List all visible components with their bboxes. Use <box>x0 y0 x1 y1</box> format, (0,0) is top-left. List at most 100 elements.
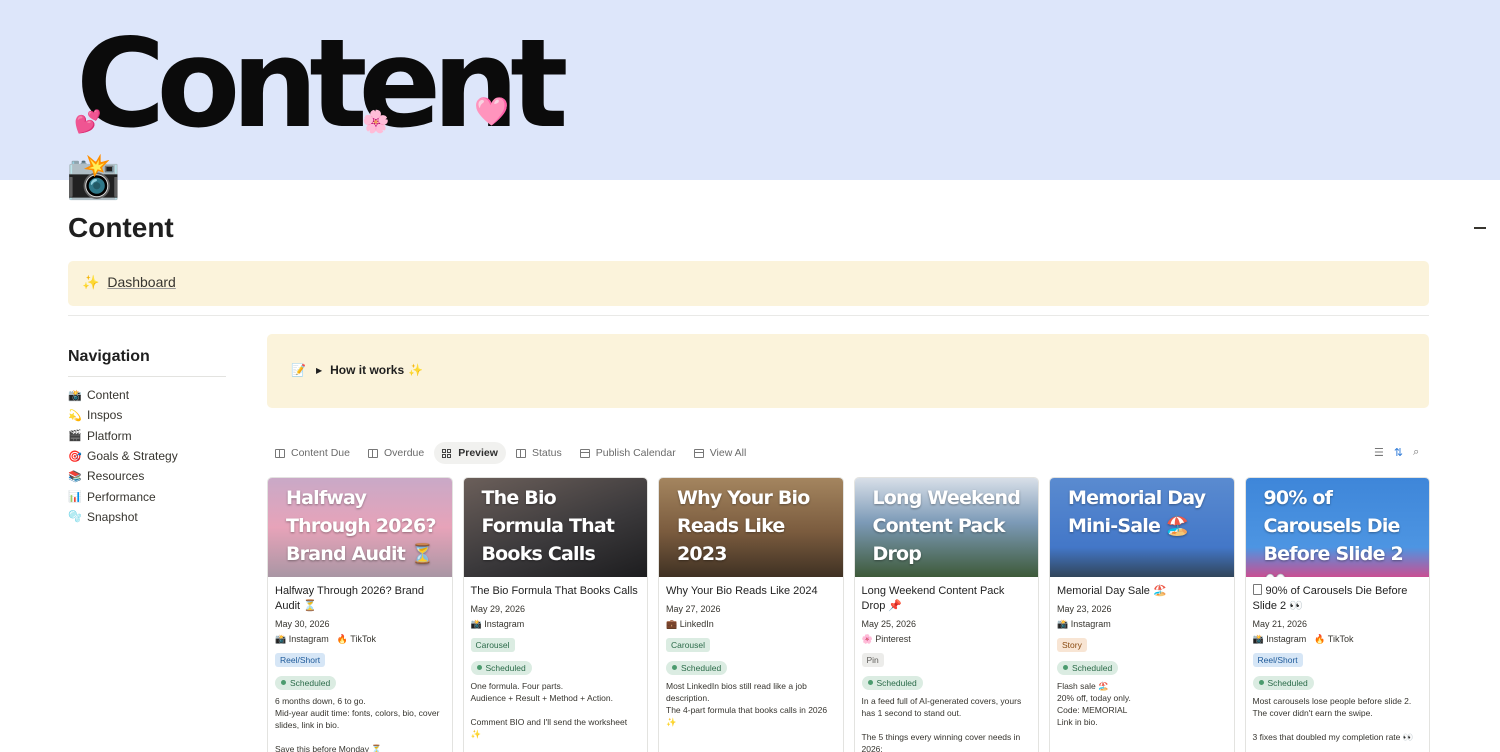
sort-icon[interactable]: ⇅ <box>1394 446 1403 459</box>
card-caption: Most LinkedIn bios still read like a job… <box>666 680 828 727</box>
gallery-cards: Halfway Through 2026? Brand Audit ⏳ Half… <box>267 477 1430 752</box>
status-dot-icon <box>1063 665 1068 670</box>
status-badge: Scheduled <box>1252 675 1314 690</box>
tab-preview[interactable]: Preview <box>434 442 506 464</box>
page-cover[interactable]: Content 💕 🌸 🩷 <box>0 0 1500 180</box>
how-it-works-label: How it works <box>330 363 405 377</box>
table-view-icon <box>693 448 704 458</box>
tab-status[interactable]: Status <box>508 442 570 464</box>
nav-item-label: Snapshot <box>87 509 138 524</box>
gallery-card[interactable]: The Bio Formula That Books Calls The Bio… <box>462 477 648 752</box>
platform-tag: 📸 Instagram <box>275 634 329 644</box>
board-view-icon <box>515 448 526 458</box>
minus-icon[interactable] <box>1474 227 1486 229</box>
cover-image-text: 90% of Carousels Die Before Slide 2 👀 <box>1263 487 1404 577</box>
gallery-card[interactable]: Halfway Through 2026? Brand Audit ⏳ Half… <box>267 477 453 752</box>
gallery-card[interactable]: Memorial Day Mini-Sale 🏖️ Memorial Day S… <box>1049 477 1235 752</box>
cover-image-text: Memorial Day Mini-Sale 🏖️ <box>1068 487 1206 537</box>
how-it-works-callout: 📝 ▶ How it works ✨ <box>267 334 1429 408</box>
cover-image-text: The Bio Formula That Books Calls <box>481 487 616 565</box>
status-badge: Scheduled <box>861 675 923 690</box>
card-cover-image: 90% of Carousels Die Before Slide 2 👀 <box>1245 478 1429 577</box>
nav-item-goals-strategy[interactable]: 🎯 Goals & Strategy <box>68 446 226 466</box>
status-badge: Scheduled <box>275 675 337 690</box>
cover-wordmark: Content <box>76 13 568 155</box>
nav-item-snapshot[interactable]: 🫧 Snapshot <box>68 507 226 527</box>
nav-item-content[interactable]: 📸 Content <box>68 385 226 405</box>
platform-tag: 📸 Instagram <box>1057 619 1111 629</box>
tab-overdue[interactable]: Overdue <box>360 442 432 464</box>
tab-label: Status <box>531 447 562 459</box>
navigation-title: Navigation <box>68 348 226 377</box>
tab-label: Content Due <box>291 447 350 459</box>
board-view-icon <box>275 448 285 458</box>
how-it-works-toggle[interactable]: 📝 ▶ How it works ✨ <box>291 363 423 377</box>
card-platforms: 📸 Instagram <box>471 619 641 630</box>
card-cover-image: Halfway Through 2026? Brand Audit ⏳ <box>268 478 452 577</box>
tab-view-all[interactable]: View All <box>686 442 755 464</box>
filter-icon[interactable]: ☰ <box>1374 446 1384 459</box>
cover-image-text: Why Your Bio Reads Like 2023 <box>677 487 810 565</box>
card-title[interactable]: Why Your Bio Reads Like 2024 <box>666 584 836 599</box>
status-dot-icon <box>672 665 677 670</box>
card-title[interactable]: The Bio Formula That Books Calls <box>471 584 641 599</box>
camera-flash-icon: 📸 <box>68 388 82 402</box>
status-dot-icon <box>867 680 873 685</box>
status-badge: Scheduled <box>666 660 728 675</box>
heart-sticker-icon: 💕 <box>74 110 102 135</box>
nav-item-resources[interactable]: 📚 Resources <box>68 466 226 486</box>
tab-publish-calendar[interactable]: Publish Calendar <box>572 442 684 464</box>
bar-chart-icon: 📊 <box>68 490 82 504</box>
cover-image-text: Long Weekend Content Pack Drop <box>872 487 1021 565</box>
card-date: May 30, 2026 <box>275 619 330 629</box>
card-title[interactable]: 90% of Carousels Die Before Slide 2 👀 <box>1252 584 1423 614</box>
card-title[interactable]: Long Weekend Content Pack Drop 📌 <box>862 584 1032 614</box>
card-caption: Most carousels lose people before slide … <box>1252 695 1414 742</box>
gallery-card[interactable]: Why Your Bio Reads Like 2023 Why Your Bi… <box>658 477 844 752</box>
status-label: Scheduled <box>681 662 722 673</box>
books-icon: 📚 <box>68 469 82 483</box>
card-date: May 25, 2026 <box>861 619 917 629</box>
platform-tag: 💼 LinkedIn <box>666 619 714 629</box>
nav-item-label: Performance <box>87 489 156 504</box>
tab-content-due[interactable]: Content Due <box>267 442 358 464</box>
nav-item-label: Goals & Strategy <box>87 449 178 464</box>
platform-tag: 🌸 Pinterest <box>861 634 911 644</box>
search-icon[interactable]: ⌕ <box>1413 446 1419 459</box>
content-type-badge: Pin <box>861 653 884 667</box>
card-platforms: 📸 Instagram 🔥 TikTok <box>1253 634 1423 645</box>
toggle-triangle-icon[interactable]: ▶ <box>316 366 322 375</box>
tab-label: Preview <box>458 447 498 459</box>
card-date: May 21, 2026 <box>1252 619 1308 629</box>
card-cover-image: Memorial Day Mini-Sale 🏖️ <box>1050 478 1234 577</box>
card-date: May 23, 2026 <box>1057 604 1112 614</box>
status-label: Scheduled <box>485 662 526 673</box>
tab-label: Overdue <box>383 447 425 459</box>
nav-item-performance[interactable]: 📊 Performance <box>68 486 226 506</box>
nav-item-inspos[interactable]: 💫 Inspos <box>68 405 226 425</box>
status-label: Scheduled <box>876 677 917 688</box>
card-platforms: 📸 Instagram 🔥 TikTok <box>275 634 445 645</box>
view-toolbar: ☰ ⇅ ⌕ <box>1374 446 1419 459</box>
nav-item-platform[interactable]: 🎬 Platform <box>68 426 226 446</box>
gallery-view-icon <box>442 448 452 458</box>
card-title[interactable]: Halfway Through 2026? Brand Audit ⏳ <box>275 584 445 614</box>
content-type-badge: Story <box>1057 638 1087 652</box>
card-platforms: 💼 LinkedIn <box>666 619 836 630</box>
card-title[interactable]: Memorial Day Sale 🏖️ <box>1057 584 1227 599</box>
dashboard-link[interactable]: Dashboard <box>107 274 176 290</box>
gallery-card[interactable]: 90% of Carousels Die Before Slide 2 👀 90… <box>1244 477 1430 752</box>
card-cover-image: The Bio Formula That Books Calls <box>463 478 647 577</box>
status-badge: Scheduled <box>1057 660 1119 675</box>
clapper-icon: 🎬 <box>68 429 82 443</box>
nav-item-label: Content <box>87 388 130 403</box>
sparkle-icon: ✨ <box>82 274 100 290</box>
card-caption: 6 months down, 6 to go. Mid-year audit t… <box>275 695 440 752</box>
card-platforms: 🌸 Pinterest <box>862 634 1032 645</box>
gallery-card[interactable]: Long Weekend Content Pack Drop Long Week… <box>853 477 1039 752</box>
card-title-text: 90% of Carousels Die Before Slide 2 👀 <box>1252 585 1408 612</box>
status-badge: Scheduled <box>470 660 532 675</box>
pink-heart-sticker-icon: 🩷 <box>474 95 509 128</box>
camera-flash-icon[interactable]: 📸 <box>66 152 122 202</box>
content-type-badge: Carousel <box>470 638 515 652</box>
